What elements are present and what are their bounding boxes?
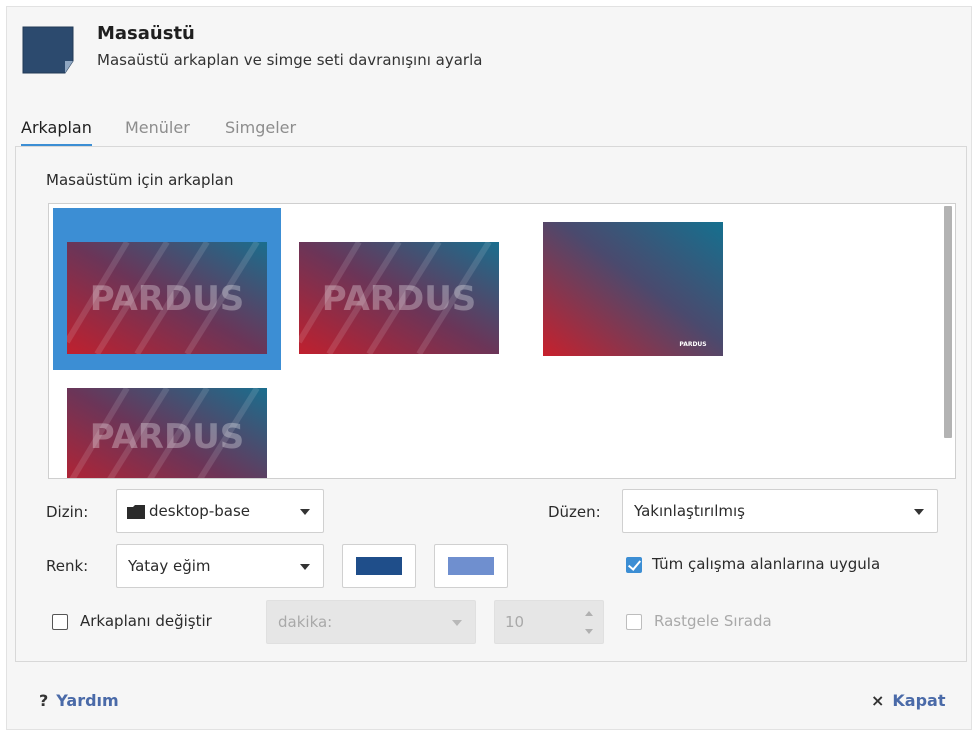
apply-all-workspaces-checkbox[interactable] bbox=[626, 557, 642, 573]
wallpaper-image: PARDUS bbox=[299, 242, 499, 354]
color-mode-select[interactable]: Yatay eğim bbox=[116, 544, 324, 588]
folder-icon bbox=[127, 505, 145, 519]
svg-text:PARDUS: PARDUS bbox=[679, 341, 706, 348]
wallpaper-image: PARDUS bbox=[67, 388, 267, 478]
change-background-label[interactable]: Arkaplanı değiştir bbox=[80, 612, 212, 630]
wallpaper-thumbnail[interactable]: PARDUS bbox=[285, 208, 513, 370]
chevron-down-icon bbox=[300, 509, 310, 515]
directory-select[interactable]: desktop-base bbox=[116, 489, 324, 533]
interval-unit-select[interactable]: dakika: bbox=[266, 600, 476, 644]
directory-label: Dizin: bbox=[46, 503, 89, 521]
chevron-down-icon bbox=[452, 620, 462, 626]
close-button[interactable]: × Kapat bbox=[871, 691, 946, 710]
desktop-icon bbox=[22, 26, 74, 74]
wallpaper-image: PARDUS bbox=[543, 222, 723, 356]
color-label: Renk: bbox=[46, 557, 89, 575]
interval-stepper[interactable]: 10 bbox=[494, 600, 604, 644]
help-button[interactable]: ? Yardım bbox=[39, 691, 119, 710]
tab-background[interactable]: Arkaplan bbox=[21, 113, 92, 147]
chevron-down-icon bbox=[300, 564, 310, 570]
wallpaper-image: PARDUS bbox=[67, 242, 267, 354]
page-title: Masaüstü bbox=[97, 23, 195, 44]
random-order-checkbox[interactable] bbox=[626, 614, 642, 630]
change-background-checkbox[interactable] bbox=[52, 614, 68, 630]
svg-text:PARDUS: PARDUS bbox=[90, 279, 245, 319]
secondary-color-swatch bbox=[448, 557, 494, 575]
close-icon: × bbox=[871, 691, 885, 710]
secondary-color-button[interactable] bbox=[434, 544, 508, 588]
svg-text:PARDUS: PARDUS bbox=[322, 279, 477, 319]
primary-color-swatch bbox=[356, 557, 402, 575]
wallpaper-gallery[interactable]: PARDUS PARDUS PARDUS PARDUS bbox=[48, 203, 956, 479]
header: Masaüstü Masaüstü arkaplan ve simge seti… bbox=[7, 7, 971, 97]
background-label: Masaüstüm için arkaplan bbox=[46, 171, 234, 189]
settings-window: Masaüstü Masaüstü arkaplan ve simge seti… bbox=[6, 6, 972, 730]
page-subtitle: Masaüstü arkaplan ve simge seti davranış… bbox=[97, 51, 483, 69]
increment-icon[interactable] bbox=[585, 611, 593, 616]
decrement-icon[interactable] bbox=[585, 629, 593, 634]
gallery-scrollbar[interactable] bbox=[944, 206, 952, 438]
svg-text:PARDUS: PARDUS bbox=[90, 417, 245, 457]
layout-select[interactable]: Yakınlaştırılmış bbox=[622, 489, 938, 533]
wallpaper-thumbnail[interactable]: PARDUS bbox=[53, 208, 281, 370]
help-icon: ? bbox=[39, 691, 49, 710]
wallpaper-thumbnail[interactable]: PARDUS bbox=[529, 208, 729, 370]
primary-color-button[interactable] bbox=[342, 544, 416, 588]
tab-menus[interactable]: Menüler bbox=[125, 113, 190, 147]
random-order-label[interactable]: Rastgele Sırada bbox=[654, 612, 772, 630]
layout-label: Düzen: bbox=[548, 503, 601, 521]
tab-icons[interactable]: Simgeler bbox=[225, 113, 296, 147]
apply-all-workspaces-label[interactable]: Tüm çalışma alanlarına uygula bbox=[652, 555, 880, 573]
wallpaper-thumbnail[interactable]: PARDUS bbox=[53, 374, 281, 478]
chevron-down-icon bbox=[914, 509, 924, 515]
background-panel: Masaüstüm için arkaplan PARDUS PARDUS PA… bbox=[15, 146, 967, 662]
